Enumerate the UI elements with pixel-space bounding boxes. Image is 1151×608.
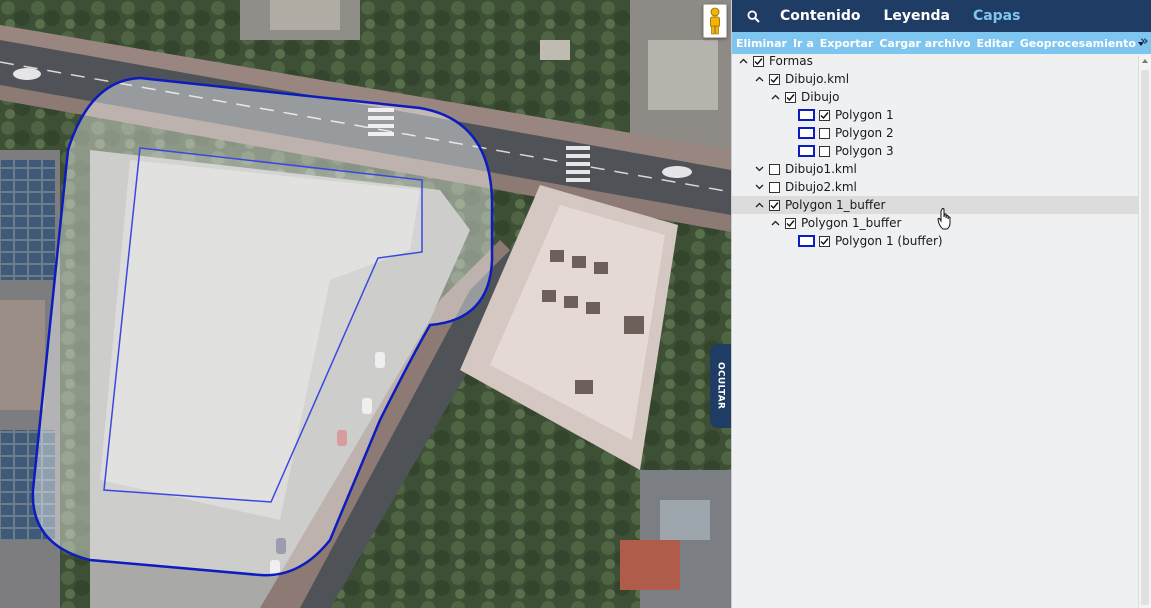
layer-item[interactable]: Polygon 1 (buffer): [732, 232, 1138, 250]
toolbar-ir-a-button[interactable]: Ir a: [793, 37, 814, 50]
layer-group[interactable]: Dibujo2.kml: [732, 178, 1138, 196]
layer-checkbox[interactable]: [819, 109, 830, 121]
polygon-style-swatch[interactable]: [798, 145, 815, 157]
expand-panel-button[interactable]: »: [1140, 34, 1151, 54]
layer-label[interactable]: Polygon 2: [835, 126, 894, 140]
layer-item[interactable]: Polygon 2: [732, 124, 1138, 142]
layer-checkbox[interactable]: [785, 217, 796, 229]
layer-checkbox[interactable]: [769, 73, 780, 85]
panel-header: Contenido Leyenda Capas: [732, 0, 1151, 32]
toolbar-label: Cargar archivo: [879, 36, 971, 50]
toolbar-exportar-button[interactable]: Exportar: [820, 37, 874, 50]
layer-group[interactable]: Dibujo.kml: [732, 70, 1138, 88]
chevron-down-icon[interactable]: [754, 182, 764, 192]
hide-panel-button[interactable]: OCULTAR: [710, 344, 731, 428]
layer-label[interactable]: Dibujo1.kml: [785, 162, 857, 176]
map-view[interactable]: OCULTAR: [0, 0, 731, 608]
tab-contenido[interactable]: Contenido: [780, 8, 860, 24]
layer-label[interactable]: Polygon 1: [835, 108, 894, 122]
toolbar-label: Ir a: [792, 36, 814, 50]
chevron-up-icon[interactable]: [754, 74, 764, 84]
chevron-up-icon[interactable]: [770, 218, 780, 228]
scrollbar-thumb[interactable]: [1141, 70, 1149, 605]
layer-toolbar: Eliminar Ir a Exportar Cargar archivo Editar…: [732, 32, 1151, 54]
layer-group[interactable]: Dibujo1.kml: [732, 160, 1138, 178]
layer-checkbox[interactable]: [769, 163, 780, 175]
layer-label[interactable]: Polygon 1_buffer: [785, 198, 885, 212]
layer-label[interactable]: Polygon 3: [835, 144, 894, 158]
layer-checkbox[interactable]: [753, 55, 764, 67]
layer-label[interactable]: Polygon 1 (buffer): [835, 234, 943, 248]
layer-checkbox[interactable]: [769, 199, 780, 211]
toolbar-label: Eliminar: [736, 36, 787, 50]
street-view-pegman[interactable]: [703, 4, 727, 38]
layer-checkbox[interactable]: [819, 235, 830, 247]
hide-panel-label: OCULTAR: [715, 362, 726, 410]
layers-panel: Contenido Leyenda Capas Eliminar Ir a Export…: [731, 0, 1151, 608]
toolbar-geoprocesamiento-button[interactable]: Geoprocesamiento: [1020, 37, 1144, 50]
layer-tree: Formas Dibujo.kml Dibujo Polygon 1 Polygon 2…: [732, 52, 1138, 250]
chevron-up-icon[interactable]: [770, 92, 780, 102]
tab-capas[interactable]: Capas: [973, 8, 1021, 24]
layer-item[interactable]: Polygon 3: [732, 142, 1138, 160]
layer-label[interactable]: Dibujo: [801, 90, 839, 104]
toolbar-label: Editar: [976, 36, 1014, 50]
layer-group[interactable]: Dibujo: [732, 88, 1138, 106]
layer-group[interactable]: Polygon 1_buffer: [732, 214, 1138, 232]
toolbar-editar-button[interactable]: Editar: [977, 37, 1014, 50]
scroll-up-arrow-icon[interactable]: [1142, 59, 1148, 63]
panel-tabs: Contenido Leyenda Capas: [780, 8, 1043, 24]
chevron-down-icon[interactable]: [754, 164, 764, 174]
layer-label[interactable]: Polygon 1_buffer: [801, 216, 901, 230]
chevron-up-icon[interactable]: [754, 200, 764, 210]
tab-leyenda[interactable]: Leyenda: [883, 8, 949, 24]
layer-group[interactable]: Polygon 1_buffer: [732, 196, 1138, 214]
layer-label[interactable]: Dibujo.kml: [785, 72, 849, 86]
layer-group[interactable]: Formas: [732, 52, 1138, 70]
satellite-imagery: [0, 0, 731, 608]
toolbar-label: Exportar: [819, 36, 874, 50]
layer-checkbox[interactable]: [819, 127, 830, 139]
polygon-style-swatch[interactable]: [798, 127, 815, 139]
polygon-style-swatch[interactable]: [798, 235, 815, 247]
vertical-scrollbar[interactable]: [1138, 56, 1151, 608]
double-chevron-right-icon: »: [1140, 34, 1149, 49]
search-button[interactable]: [744, 7, 762, 25]
polygon-style-swatch[interactable]: [798, 109, 815, 121]
hand-cursor-icon: [937, 207, 953, 233]
layer-item[interactable]: Polygon 1: [732, 106, 1138, 124]
layer-checkbox[interactable]: [785, 91, 796, 103]
chevron-up-icon[interactable]: [738, 56, 748, 66]
toolbar-eliminar-button[interactable]: Eliminar: [736, 37, 787, 50]
layer-checkbox[interactable]: [819, 145, 830, 157]
toolbar-label: Geoprocesamiento: [1019, 36, 1136, 50]
toolbar-cargar-archivo-button[interactable]: Cargar archivo: [879, 37, 970, 50]
layer-label[interactable]: Formas: [769, 54, 813, 68]
layer-checkbox[interactable]: [769, 181, 780, 193]
layer-label[interactable]: Dibujo2.kml: [785, 180, 857, 194]
pegman-icon: [710, 7, 720, 35]
search-icon: [746, 9, 760, 23]
